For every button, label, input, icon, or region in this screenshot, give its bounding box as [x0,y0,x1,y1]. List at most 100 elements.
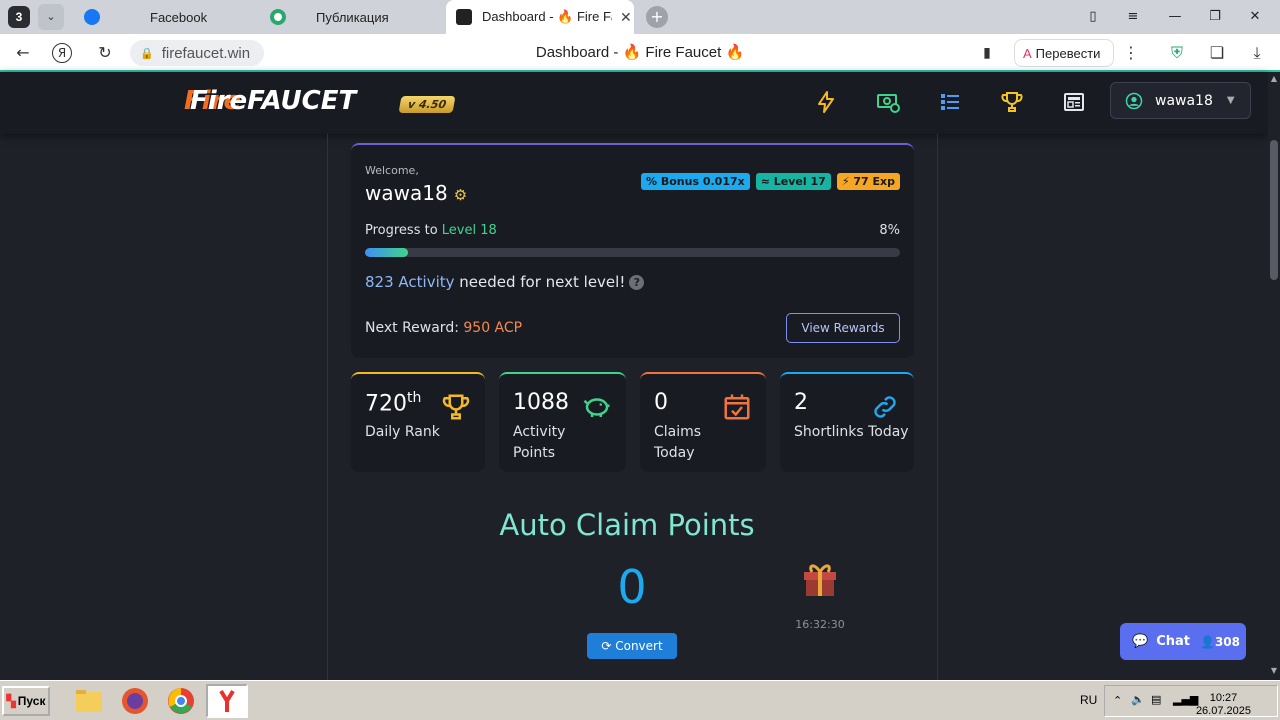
help-icon[interactable]: ? [629,275,645,290]
translate-button[interactable]: A Перевести [1014,39,1114,67]
user-menu-name: wawa18 [1155,92,1213,109]
minimize-icon[interactable]: — [1166,8,1184,26]
caret-down-icon: ▼ [1226,95,1235,106]
progress-prefix: Progress to [365,223,442,238]
shortlinks-today-value: 2 [794,390,808,415]
auto-claim-title: Auto Claim Points [499,508,755,542]
browser-tab-strip: 3 ⌄ Facebook Публикация Dashboard - 🔥 Fi… [0,0,1280,34]
signal-icon[interactable]: ▂▄▆ [1173,693,1198,706]
progress-label: Progress to Level 18 [365,223,497,238]
claim-timer: 16:32:30 [795,618,845,631]
tab-facebook[interactable]: Facebook [72,0,252,34]
daily-rank-label: Daily Rank [365,424,440,440]
more-options-icon[interactable]: ⋮ [1120,42,1142,64]
firefox-icon [122,688,148,714]
progress-bar [365,248,900,257]
user-circle-icon [1125,92,1143,109]
tray-expand-icon[interactable]: ⌃ [1113,694,1122,707]
activity-suffix: needed for next level! [454,273,626,291]
trophy-icon[interactable] [1000,90,1024,114]
firefaucet-logo[interactable]: FireFAUCET [190,86,356,116]
protect-shield-icon[interactable]: ⛨ [1166,42,1188,64]
page-title: Dashboard - 🔥 Fire Faucet 🔥 [535,44,745,61]
taskbar: ▚ Пуск RU ⌃ 🔈 ▤ ▂▄▆ 10:27 26.07.2025 [0,680,1280,720]
stat-suffix: th [407,390,422,406]
tab-list-chevron-icon[interactable]: ⌄ [38,4,64,30]
scrollbar-thumb[interactable] [1270,140,1278,280]
scroll-up-icon[interactable]: ▲ [1268,74,1280,86]
bookmark-icon[interactable]: ▮ [976,42,998,64]
bonus-badge: % Bonus 0.017x [641,173,750,190]
url-field[interactable]: 🔒 firefaucet.win [130,40,264,66]
auto-claim-points: 0 [617,560,647,614]
activity-amount: 823 Activity [365,273,455,291]
activity-needed-text: 823 Activity needed for next level!? [365,273,645,291]
badge-row: % Bonus 0.017x ≈ Level 17 ⚡ 77 Exp [641,173,900,190]
welcome-username-row: wawa18 ⚙ [365,181,467,205]
progress-bar-fill [365,248,408,257]
welcome-card: Welcome, wawa18 ⚙ % Bonus 0.017x ≈ Level … [351,143,914,358]
clock-date: 26.07.2025 [1195,705,1251,717]
close-icon[interactable]: ✕ [620,9,632,26]
newspaper-icon[interactable] [1062,90,1086,114]
welcome-username: wawa18 [365,181,448,205]
scroll-down-icon[interactable]: ▼ [1268,666,1280,678]
start-button[interactable]: ▚ Пуск [2,686,50,716]
claims-today-card[interactable]: 0 Claims Today [640,372,766,472]
tab-counter[interactable]: 3 [8,6,30,28]
logo-faucet-text: FAUCET [247,86,357,116]
trophy-icon [442,394,470,420]
money-icon[interactable] [876,90,900,114]
tab-dashboard[interactable]: Dashboard - 🔥 Fire Fau ✕ [446,0,634,34]
lightning-icon[interactable] [814,90,838,114]
taskbar-firefox[interactable] [114,684,156,718]
gift-icon[interactable] [800,558,840,598]
view-rewards-button[interactable]: View Rewards [786,313,900,343]
taskbar-yandex-browser[interactable] [206,684,248,718]
activity-points-value: 1088 [513,390,569,415]
restore-icon[interactable]: ❐ [1206,8,1224,26]
convert-label: Convert [615,639,663,653]
close-window-icon[interactable]: ✕ [1246,8,1264,26]
clock-time: 10:27 [1209,692,1238,704]
yandex-browser-icon [219,689,235,712]
collections-icon[interactable]: ❏ [1206,42,1228,64]
lock-icon: 🔒 [140,47,154,60]
back-arrow-icon[interactable]: ← [12,42,34,64]
chat-user-count: 👤308 [1200,635,1240,649]
taskbar-explorer[interactable] [68,684,110,718]
calendar-check-icon [724,394,750,420]
shortlinks-today-label: Shortlinks Today [794,424,909,440]
piggy-bank-icon [583,398,610,417]
reward-value: 950 ACP [463,320,523,336]
shortlinks-today-card[interactable]: 2 Shortlinks Today [780,372,914,472]
tab-label: Dashboard - 🔥 Fire Fau [482,9,612,24]
daily-rank-card[interactable]: 720th Daily Rank [351,372,485,472]
chat-button[interactable]: 💬 Chat 👤308 [1120,623,1246,660]
menu-icon[interactable]: ≡ [1124,8,1142,26]
clock[interactable]: 10:27 26.07.2025 [1196,692,1251,718]
gear-icon[interactable]: ⚙ [454,186,467,204]
taskbar-chrome[interactable] [160,684,202,718]
network-icon[interactable]: ▤ [1151,693,1161,706]
system-tray: ⌃ 🔈 ▤ ▂▄▆ 10:27 26.07.2025 [1104,685,1278,717]
yandex-icon[interactable]: Я [52,43,72,63]
publication-icon [270,9,286,25]
user-icon: 👤 [1199,634,1215,649]
activity-points-card[interactable]: 1088 Activity Points [499,372,626,472]
convert-button[interactable]: ⟳ Convert [587,633,677,659]
tab-publication[interactable]: Публикация [258,0,438,34]
volume-icon[interactable]: 🔈 [1131,693,1145,706]
new-tab-button[interactable]: + [646,6,668,28]
version-badge: v 4.50 [398,96,456,113]
bookmarks-panel-icon[interactable]: ▯ [1084,8,1102,26]
keyboard-language[interactable]: RU [1080,693,1097,707]
welcome-greeting: Welcome, [365,164,419,177]
tasks-list-icon[interactable] [938,90,962,114]
link-icon [874,396,896,418]
tab-label: Публикация [316,9,389,25]
user-menu-dropdown[interactable]: wawa18 ▼ [1110,82,1251,119]
reload-icon[interactable]: ↻ [94,42,116,64]
chat-label: Chat [1156,634,1190,649]
downloads-icon[interactable]: ⤓ [1246,42,1268,64]
